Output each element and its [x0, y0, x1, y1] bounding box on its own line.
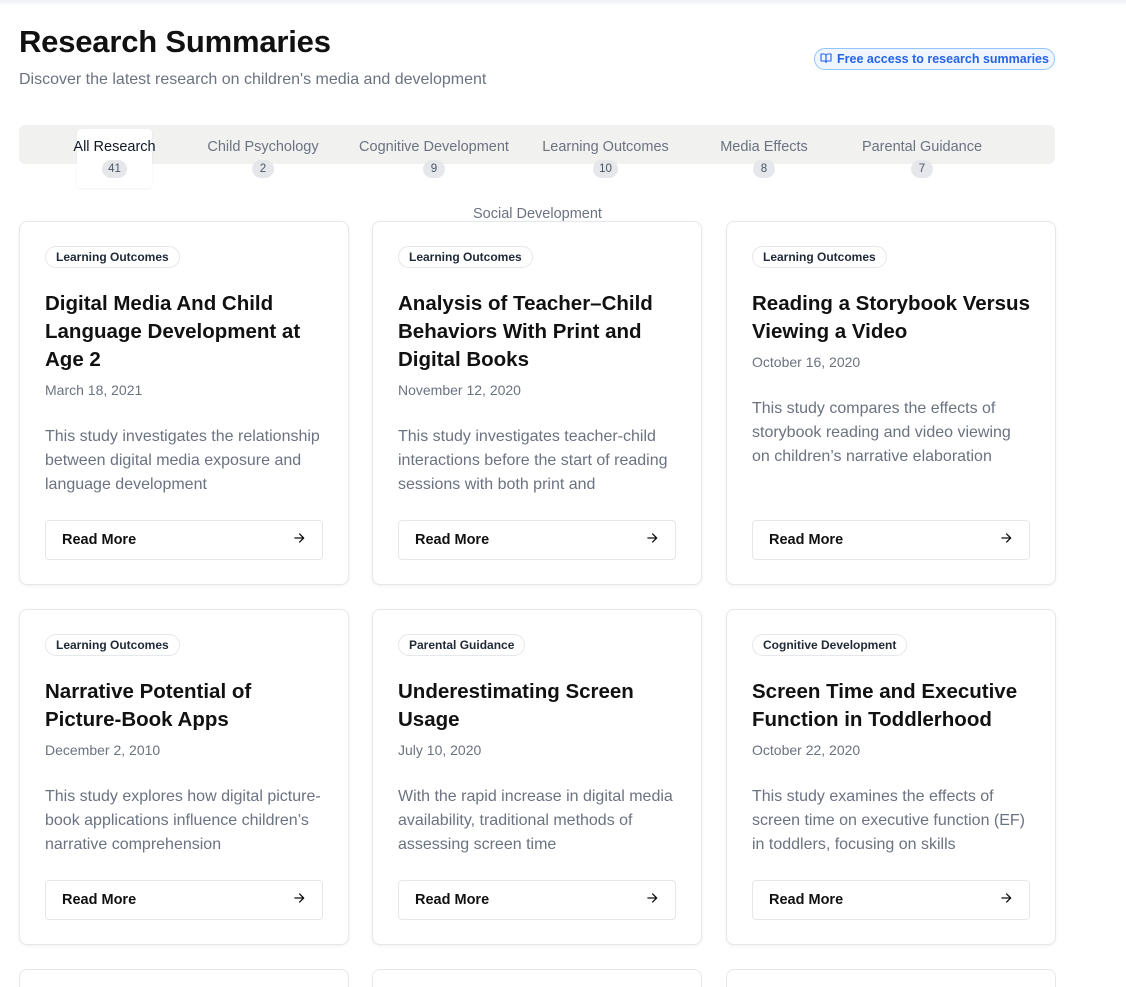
arrow-right-icon	[292, 891, 306, 910]
card-description: With the rapid increase in digital media…	[398, 788, 673, 853]
card-date: July 10, 2020	[398, 742, 482, 758]
research-card: Learning Outcomes Digital Media And Chil…	[19, 221, 349, 585]
free-access-label: Free access to research summaries	[837, 52, 1049, 66]
card-date: November 12, 2020	[398, 382, 521, 398]
category-tag: Learning Outcomes	[752, 246, 887, 268]
card-title: Digital Media And Child Language Develop…	[45, 292, 301, 371]
tab-count-badge: 41	[102, 160, 127, 178]
category-tab-bar: All Research 41 Child Psychology 2 Cogni…	[19, 125, 1055, 188]
card-description: This study examines the effects of scree…	[752, 788, 1026, 853]
book-open-icon	[820, 52, 832, 67]
tab-count-badge: 9	[423, 160, 445, 178]
arrow-right-icon	[999, 891, 1013, 910]
read-more-button[interactable]: Read More	[45, 520, 323, 560]
card-description: This study compares the effects of story…	[752, 400, 1011, 465]
research-card-partial	[372, 969, 702, 987]
tab-label: All Research	[73, 139, 156, 155]
research-card-partial	[726, 969, 1056, 987]
tab-social-development[interactable]: Social Development	[473, 206, 602, 222]
category-tag: Learning Outcomes	[398, 246, 533, 268]
card-description: This study investigates the relationship…	[45, 428, 320, 493]
read-more-label: Read More	[62, 892, 137, 908]
tab-learning-outcomes[interactable]: Learning Outcomes 10	[538, 125, 673, 187]
read-more-button[interactable]: Read More	[398, 880, 676, 920]
tab-all-research[interactable]: All Research 41	[73, 129, 156, 188]
tab-child-psychology[interactable]: Child Psychology 2	[201, 125, 325, 187]
arrow-right-icon	[999, 531, 1013, 550]
card-title: Underestimating Screen Usage	[398, 680, 634, 731]
card-description: This study investigates teacher-child in…	[398, 428, 668, 493]
tab-count-badge: 8	[753, 160, 775, 178]
tab-label: Child Psychology	[207, 139, 319, 155]
tab-count-badge: 2	[252, 160, 274, 178]
read-more-button[interactable]: Read More	[752, 880, 1030, 920]
read-more-label: Read More	[769, 532, 844, 548]
arrow-right-icon	[292, 531, 306, 550]
free-access-badge: Free access to research summaries	[814, 48, 1055, 70]
card-title: Narrative Potential of Picture-Book Apps	[45, 680, 252, 731]
research-card: Learning Outcomes Reading a Storybook Ve…	[726, 221, 1056, 585]
card-description: This study explores how digital picture-…	[45, 788, 321, 853]
research-card: Learning Outcomes Narrative Potential of…	[19, 609, 349, 945]
card-date: October 16, 2020	[752, 354, 861, 370]
tab-cognitive-development[interactable]: Cognitive Development 9	[354, 125, 514, 187]
read-more-button[interactable]: Read More	[398, 520, 676, 560]
category-tag: Learning Outcomes	[45, 634, 180, 656]
top-shadow	[0, 0, 1126, 6]
card-date: December 2, 2010	[45, 742, 161, 758]
arrow-right-icon	[645, 531, 659, 550]
tab-label: Media Effects	[720, 139, 808, 155]
research-card: Cognitive Development Screen Time and Ex…	[726, 609, 1056, 945]
read-more-label: Read More	[415, 532, 490, 548]
read-more-label: Read More	[62, 532, 137, 548]
tab-label: Learning Outcomes	[542, 139, 669, 155]
tab-label: Cognitive Development	[359, 139, 509, 155]
card-title: Screen Time and Executive Function in To…	[752, 680, 1018, 731]
tab-media-effects[interactable]: Media Effects 8	[716, 125, 812, 187]
page-subtitle: Discover the latest research on children…	[19, 71, 487, 88]
card-date: October 22, 2020	[752, 742, 861, 758]
research-card-partial	[19, 969, 349, 987]
read-more-button[interactable]: Read More	[45, 880, 323, 920]
category-tag: Learning Outcomes	[45, 246, 180, 268]
tab-parental-guidance[interactable]: Parental Guidance 7	[857, 125, 987, 187]
read-more-button[interactable]: Read More	[752, 520, 1030, 560]
arrow-right-icon	[645, 891, 659, 910]
read-more-label: Read More	[769, 892, 844, 908]
tab-count-badge: 7	[911, 160, 933, 178]
category-tag: Parental Guidance	[398, 634, 526, 656]
card-title: Reading a Storybook Versus Viewing a Vid…	[752, 292, 1030, 343]
research-card: Learning Outcomes Analysis of Teacher–Ch…	[372, 221, 702, 585]
category-tag: Cognitive Development	[752, 634, 908, 656]
tab-count-badge: 10	[593, 160, 618, 178]
read-more-label: Read More	[415, 892, 490, 908]
card-title: Analysis of Teacher–Child Behaviors With…	[398, 292, 653, 371]
tab-label: Parental Guidance	[861, 139, 983, 155]
card-date: March 18, 2021	[45, 382, 143, 398]
page-title: Research Summaries	[19, 24, 331, 59]
research-card: Parental Guidance Underestimating Screen…	[372, 609, 702, 945]
